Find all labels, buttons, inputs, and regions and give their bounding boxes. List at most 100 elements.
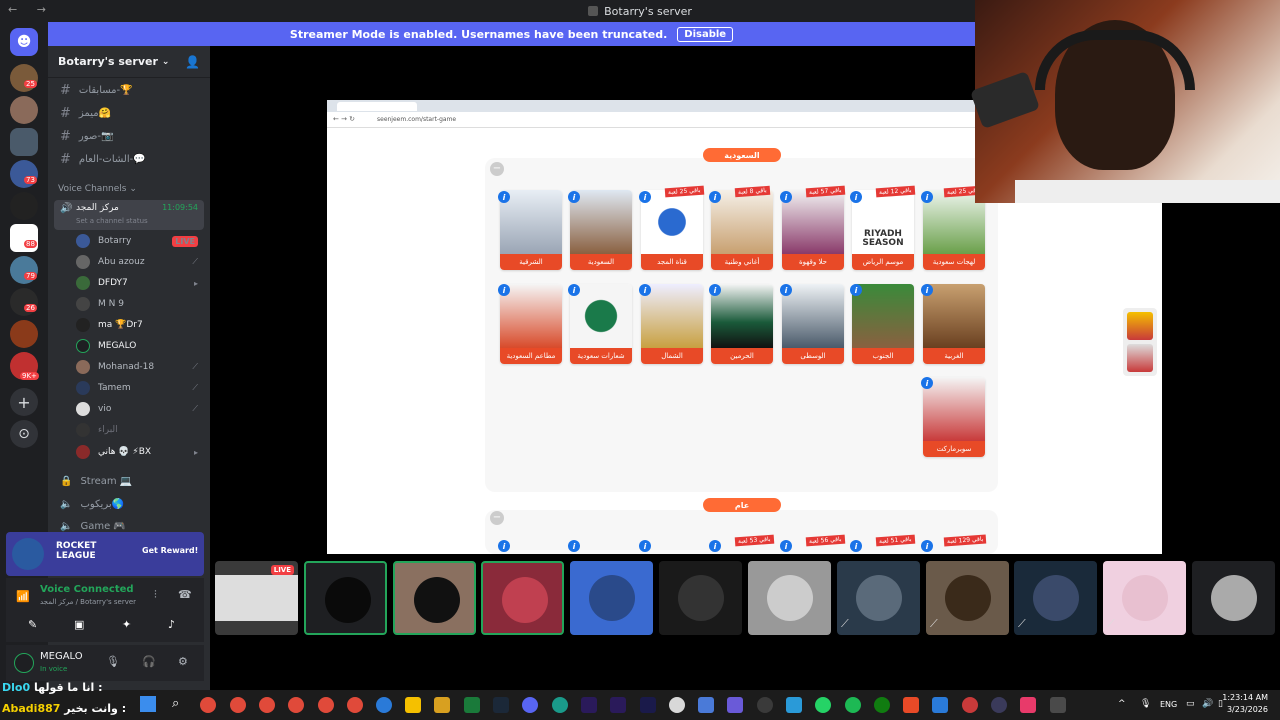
category-card[interactable]: سوبرماركت [923, 377, 985, 457]
get-reward-button[interactable]: Get Reward! [142, 546, 198, 555]
headphones-icon[interactable]: 🎧 [142, 655, 156, 668]
voice-user[interactable]: ma 🏆Dr7 [76, 315, 202, 335]
explore-icon[interactable]: ⊙ [10, 420, 38, 448]
info-icon[interactable]: i [639, 191, 651, 203]
channel-item[interactable]: # مسابقات-🏆 [54, 80, 204, 100]
voice-user[interactable]: Tamem ⟋ [76, 378, 202, 398]
noise-suppression-icon[interactable]: ⫶ [154, 588, 157, 602]
chevron-up-icon[interactable]: ^ [1118, 699, 1126, 709]
chrome-icon[interactable] [347, 697, 363, 713]
voice-user[interactable]: البراء [76, 420, 202, 440]
participant-tile[interactable] [570, 561, 653, 635]
category-voice[interactable]: Voice Channels ⌄ [58, 184, 137, 194]
steam-icon[interactable] [493, 697, 509, 713]
category-card[interactable]: الشرقية [500, 190, 562, 270]
avatar[interactable] [14, 653, 34, 673]
participant-tile[interactable]: ⟋ [926, 561, 1009, 635]
info-icon[interactable]: i [568, 540, 580, 552]
teams-icon[interactable] [727, 697, 743, 713]
whatsapp-icon[interactable] [815, 697, 831, 713]
voice-user[interactable]: Abu azouz ⟋ [76, 252, 202, 272]
channel-item[interactable]: # الشات-العام-💬 [54, 149, 204, 169]
info-icon[interactable]: i [639, 284, 651, 296]
category-card[interactable]: شعارات سعودية [570, 284, 632, 364]
app-icon[interactable] [1050, 697, 1066, 713]
info-icon[interactable]: i [568, 284, 580, 296]
microphone-icon[interactable]: 🎙 [106, 655, 120, 668]
info-icon[interactable]: i [498, 191, 510, 203]
voice-user[interactable]: DFDY7 ▸ [76, 273, 202, 293]
info-icon[interactable]: i [850, 191, 862, 203]
info-icon[interactable]: i [921, 540, 933, 552]
discord-home-icon[interactable]: ☻ [10, 28, 38, 56]
participant-tile[interactable] [304, 561, 387, 635]
participant-tile[interactable] [1192, 561, 1275, 635]
add-server-icon[interactable]: + [10, 388, 38, 416]
info-icon[interactable]: i [921, 191, 933, 203]
category-card[interactable]: السعودية [570, 190, 632, 270]
premiere-pro-icon[interactable] [640, 697, 656, 713]
voice-user[interactable]: MEGALO [76, 336, 202, 356]
category-card[interactable]: أغاني وطنية [711, 190, 773, 270]
chrome-icon[interactable] [318, 697, 334, 713]
info-icon[interactable]: i [709, 284, 721, 296]
participant-tile[interactable]: ⟋ [1014, 561, 1097, 635]
screen-share-icon[interactable]: ▣ [74, 618, 84, 631]
voice-user[interactable]: Botarry LIVE [76, 231, 202, 251]
voice-user[interactable]: vio ⟋ [76, 399, 202, 419]
activities-icon[interactable]: ✦ [122, 618, 131, 631]
side-widget[interactable] [1123, 308, 1157, 376]
category-card[interactable]: الجنوب [852, 284, 914, 364]
voice-user[interactable]: هاني 💀 ⚡BX ▸ [76, 442, 202, 462]
invite-icon[interactable]: 👤 [185, 55, 200, 69]
app-icon[interactable] [376, 697, 392, 713]
chrome-icon[interactable] [200, 697, 216, 713]
app-icon[interactable] [932, 697, 948, 713]
participant-tile[interactable] [659, 561, 742, 635]
app-icon[interactable] [434, 697, 450, 713]
category-card[interactable]: قناة المجد [641, 190, 703, 270]
collapse-icon[interactable]: − [490, 162, 504, 176]
voice-location[interactable]: مركز المجد / Botarry's server [40, 598, 136, 606]
info-icon[interactable]: i [921, 377, 933, 389]
channel-item[interactable]: # ميمز🤗 [54, 103, 204, 123]
server-icon-2[interactable] [10, 96, 38, 124]
info-icon[interactable]: i [921, 284, 933, 296]
browser-tab[interactable] [337, 102, 417, 111]
info-icon[interactable]: i [780, 540, 792, 552]
disable-button[interactable]: Disable [677, 26, 734, 42]
excel-icon[interactable] [464, 697, 480, 713]
app-icon[interactable] [991, 697, 1007, 713]
participant-tile[interactable]: ⟋ [1103, 561, 1186, 635]
info-icon[interactable]: i [850, 284, 862, 296]
category-card[interactable]: الشمال [641, 284, 703, 364]
microphone-icon[interactable]: 🎙 [1140, 699, 1151, 709]
app-icon[interactable] [962, 697, 978, 713]
nav-icons[interactable]: ← → ↻ [333, 115, 355, 123]
chrome-icon[interactable] [288, 697, 304, 713]
volume-icon[interactable]: 🔊 [1202, 699, 1213, 709]
app-icon[interactable] [903, 697, 919, 713]
clock-date[interactable]: 3/23/2026 [1227, 705, 1268, 714]
info-icon[interactable]: i [709, 540, 721, 552]
info-icon[interactable]: i [568, 191, 580, 203]
app-icon[interactable] [669, 697, 685, 713]
info-icon[interactable]: i [498, 540, 510, 552]
participant-tile[interactable]: ⟋ [837, 561, 920, 635]
discord-icon[interactable] [522, 697, 538, 713]
settings-gear-icon[interactable]: ⚙ [178, 655, 188, 668]
photoshop-icon[interactable] [581, 697, 597, 713]
premiere-icon[interactable] [610, 697, 626, 713]
network-icon[interactable]: ▭ [1186, 699, 1195, 709]
server-header[interactable]: Botarry's server ⌄ 👤 [48, 46, 210, 78]
category-card[interactable]: الحرمين [711, 284, 773, 364]
soundboard-icon[interactable]: ♪ [168, 618, 175, 631]
participant-tile[interactable] [393, 561, 476, 635]
channel-status-hint[interactable]: Set a channel status [76, 217, 148, 225]
telegram-icon[interactable] [786, 697, 802, 713]
channel-item[interactable]: # صور-📷 [54, 126, 204, 146]
chrome-icon[interactable] [230, 697, 246, 713]
back-forward-icons[interactable]: ← → [8, 3, 54, 16]
stream-tile[interactable]: LIVE [215, 561, 298, 635]
xbox-icon[interactable] [874, 697, 890, 713]
